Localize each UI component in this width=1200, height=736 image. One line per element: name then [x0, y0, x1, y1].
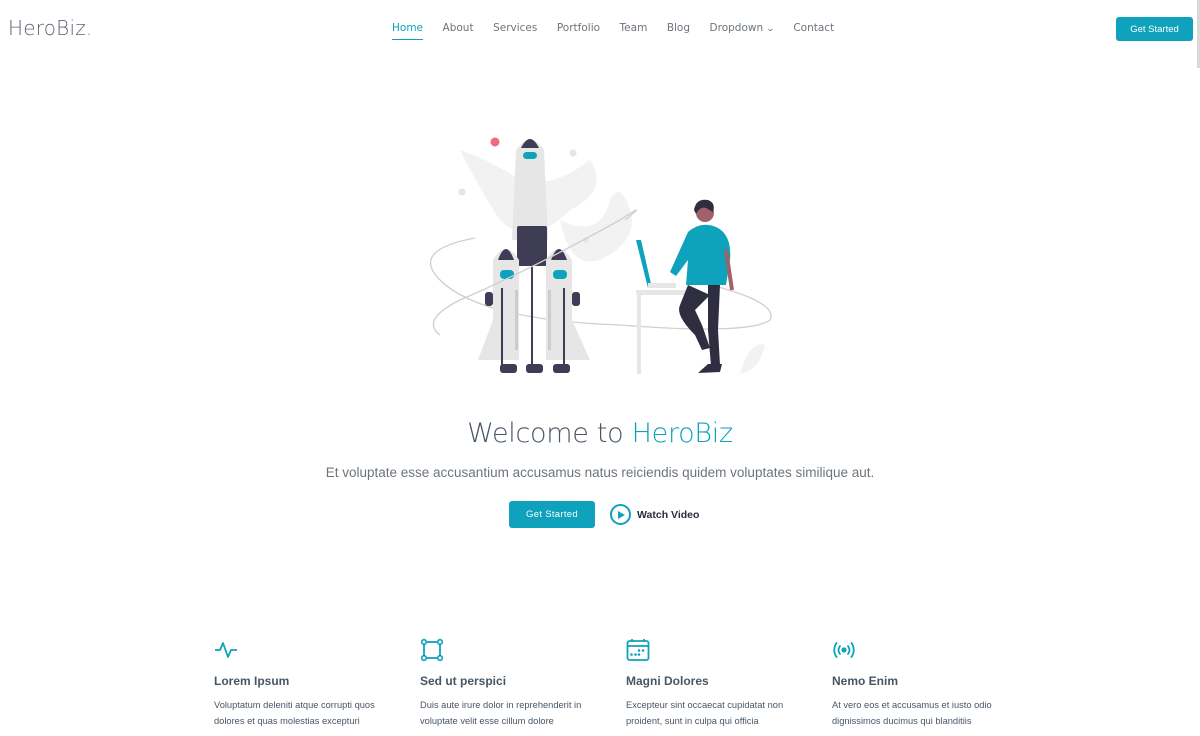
- star-dot: [569, 149, 577, 157]
- hero-title-prefix: Welcome to: [467, 418, 632, 449]
- feature-card: Nemo Enim At vero eos et accusamus et iu…: [832, 638, 1012, 729]
- right-thruster: [572, 292, 580, 306]
- rocket-launch-illustration: [429, 137, 772, 374]
- foot: [500, 364, 517, 373]
- calendar-icon: [626, 639, 650, 661]
- right-fin: [572, 320, 590, 360]
- hero-subtitle: Et voluptate esse accusantium accusamus …: [325, 465, 875, 480]
- header-get-started-button[interactable]: Get Started: [1116, 17, 1193, 41]
- feature-title: Magni Dolores: [626, 674, 709, 688]
- nav-about[interactable]: About: [443, 22, 474, 40]
- center-rocket-stage: [517, 226, 547, 266]
- person-torso: [670, 224, 731, 285]
- feature-text: Excepteur sint occaecat cupidatat non pr…: [626, 700, 784, 726]
- right-leg: [563, 288, 565, 366]
- laptop-base: [648, 283, 676, 288]
- nav-team[interactable]: Team: [620, 22, 648, 40]
- center-rocket-window: [523, 152, 537, 159]
- leaf-shape: [740, 344, 765, 374]
- left-fin: [478, 320, 493, 360]
- logo-text: HeroBiz: [8, 16, 86, 40]
- nav-dropdown[interactable]: Dropdown ⌄: [709, 22, 776, 40]
- logo-dot: .: [85, 16, 93, 40]
- left-booster-window: [500, 270, 514, 279]
- left-leg: [501, 288, 503, 366]
- hero-get-started-button[interactable]: Get Started: [509, 501, 595, 528]
- laptop-screen: [636, 240, 652, 288]
- feature-card: Lorem Ipsum Voluptatum deleniti atque co…: [214, 638, 394, 729]
- chevron-down-icon: ⌄: [765, 23, 776, 33]
- logo[interactable]: HeroBiz.: [8, 16, 92, 40]
- star-dot: [458, 188, 466, 196]
- nav-services[interactable]: Services: [493, 22, 537, 40]
- center-rocket-nose: [521, 139, 539, 148]
- feature-title: Sed ut perspici: [420, 674, 507, 688]
- right-booster-nose: [551, 249, 567, 260]
- left-booster-nose: [498, 249, 514, 260]
- feature-text: At vero eos et accusamus et iusto odio d…: [832, 700, 992, 726]
- broadcast-icon: [833, 642, 855, 658]
- center-rocket-leg: [531, 266, 533, 366]
- hero-title-brand: HeroBiz: [631, 418, 734, 449]
- nav-home[interactable]: Home: [392, 22, 424, 40]
- foot: [526, 364, 543, 373]
- left-thruster: [485, 292, 493, 306]
- right-strip: [548, 290, 551, 350]
- main-nav: Home About Services Portfolio Team Blog …: [392, 22, 854, 40]
- activity-icon: [215, 642, 237, 658]
- desk-leg: [637, 292, 641, 374]
- nav-contact[interactable]: Contact: [793, 22, 834, 40]
- nav-blog[interactable]: Blog: [667, 22, 690, 40]
- left-strip: [515, 290, 518, 350]
- nav-portfolio[interactable]: Portfolio: [557, 22, 600, 40]
- feature-text: Voluptatum deleniti atque corrupti quos …: [214, 700, 375, 726]
- nav-dropdown-label: Dropdown: [709, 22, 764, 34]
- feature-title: Lorem Ipsum: [214, 674, 290, 688]
- feature-title: Nemo Enim: [832, 674, 899, 688]
- person-leg-2: [708, 285, 720, 366]
- site-header: HeroBiz. Home About Services Portfolio T…: [0, 0, 1200, 58]
- hero-actions: Get Started Watch Video: [509, 501, 699, 528]
- play-icon: [610, 504, 631, 525]
- hero-title: Welcome to HeroBiz: [0, 418, 1200, 449]
- bounding-box-icon: [420, 638, 444, 662]
- watch-video-label: Watch Video: [637, 508, 700, 521]
- shoe: [698, 364, 722, 373]
- planet-dot: [490, 137, 500, 147]
- feature-card: Sed ut perspici Duis aute irure dolor in…: [420, 638, 600, 729]
- foot: [553, 364, 570, 373]
- feature-card: Magni Dolores Excepteur sint occaecat cu…: [626, 638, 806, 729]
- feature-text: Duis aute irure dolor in reprehenderit i…: [420, 700, 582, 726]
- watch-video-button[interactable]: Watch Video: [610, 504, 699, 525]
- right-booster-window: [553, 270, 567, 279]
